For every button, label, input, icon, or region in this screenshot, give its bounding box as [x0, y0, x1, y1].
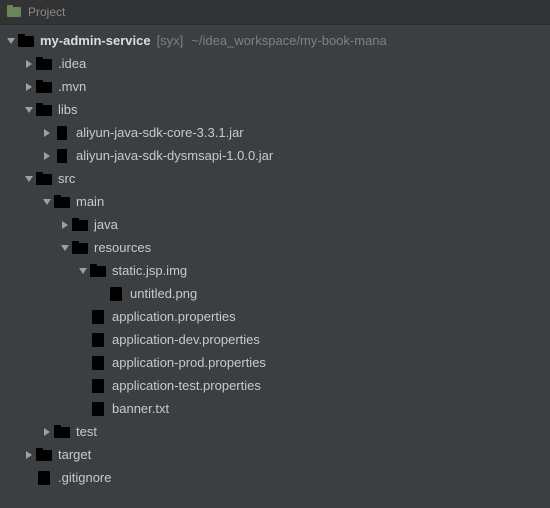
- node-label: untitled.png: [130, 286, 197, 301]
- jar-icon: [54, 148, 70, 164]
- tree-node-file[interactable]: application-test.properties: [0, 374, 550, 397]
- node-label: .mvn: [58, 79, 86, 94]
- node-label: test: [76, 424, 97, 439]
- node-label: resources: [94, 240, 151, 255]
- excluded-folder-icon: [36, 447, 52, 463]
- tree-node-file[interactable]: application-prod.properties: [0, 351, 550, 374]
- tree-node-test[interactable]: test: [0, 420, 550, 443]
- text-file-icon: [90, 401, 106, 417]
- tree-node-jar[interactable]: aliyun-java-sdk-core-3.3.1.jar: [0, 121, 550, 144]
- node-label: aliyun-java-sdk-dysmsapi-1.0.0.jar: [76, 148, 273, 163]
- node-label: application-test.properties: [112, 378, 261, 393]
- folder-icon: [54, 194, 70, 210]
- expand-arrow-icon[interactable]: [4, 34, 18, 48]
- source-folder-icon: [72, 217, 88, 233]
- project-tree[interactable]: my-admin-service [syx] ~/idea_workspace/…: [0, 25, 550, 489]
- folder-icon: [36, 79, 52, 95]
- node-label: application.properties: [112, 309, 236, 324]
- node-label: src: [58, 171, 75, 186]
- expand-arrow-icon[interactable]: [22, 103, 36, 117]
- node-label: main: [76, 194, 104, 209]
- tree-node-libs[interactable]: libs: [0, 98, 550, 121]
- properties-file-icon: [90, 332, 106, 348]
- collapse-arrow-icon[interactable]: [22, 57, 36, 71]
- tree-node-java[interactable]: java: [0, 213, 550, 236]
- collapse-arrow-icon[interactable]: [22, 80, 36, 94]
- tree-root[interactable]: my-admin-service [syx] ~/idea_workspace/…: [0, 29, 550, 52]
- node-label: .gitignore: [58, 470, 111, 485]
- tree-node-file[interactable]: .gitignore: [0, 466, 550, 489]
- tree-node-file[interactable]: application.properties: [0, 305, 550, 328]
- collapse-arrow-icon[interactable]: [40, 126, 54, 140]
- root-path: ~/idea_workspace/my-book-mana: [191, 33, 386, 48]
- node-label: aliyun-java-sdk-core-3.3.1.jar: [76, 125, 244, 140]
- tree-node-idea[interactable]: .idea: [0, 52, 550, 75]
- module-folder-icon: [18, 33, 34, 49]
- node-label: .idea: [58, 56, 86, 71]
- collapse-arrow-icon[interactable]: [40, 425, 54, 439]
- collapse-arrow-icon[interactable]: [40, 149, 54, 163]
- tree-node-main[interactable]: main: [0, 190, 550, 213]
- folder-icon: [36, 102, 52, 118]
- node-label: libs: [58, 102, 78, 117]
- node-label: target: [58, 447, 91, 462]
- text-file-icon: [36, 470, 52, 486]
- image-file-icon: [108, 286, 124, 302]
- expand-arrow-icon[interactable]: [58, 241, 72, 255]
- tree-node-mvn[interactable]: .mvn: [0, 75, 550, 98]
- resources-folder-icon: [72, 240, 88, 256]
- project-toolbar-title: Project: [28, 5, 65, 19]
- tree-node-jar[interactable]: aliyun-java-sdk-dysmsapi-1.0.0.jar: [0, 144, 550, 167]
- tree-node-static[interactable]: static.jsp.img: [0, 259, 550, 282]
- root-name: my-admin-service: [40, 33, 151, 48]
- properties-file-icon: [90, 378, 106, 394]
- jar-icon: [54, 125, 70, 141]
- vcs-branch: [syx]: [157, 33, 184, 48]
- collapse-arrow-icon[interactable]: [58, 218, 72, 232]
- project-toolbar: Project: [0, 0, 550, 25]
- tree-node-target[interactable]: target: [0, 443, 550, 466]
- node-label: application-prod.properties: [112, 355, 266, 370]
- expand-arrow-icon[interactable]: [22, 172, 36, 186]
- folder-icon: [54, 424, 70, 440]
- expand-arrow-icon[interactable]: [40, 195, 54, 209]
- tree-node-file[interactable]: application-dev.properties: [0, 328, 550, 351]
- node-label: java: [94, 217, 118, 232]
- tree-node-src[interactable]: src: [0, 167, 550, 190]
- folder-icon: [36, 56, 52, 72]
- package-folder-icon: [90, 263, 106, 279]
- tree-node-file[interactable]: banner.txt: [0, 397, 550, 420]
- project-tool-icon[interactable]: [6, 4, 22, 20]
- tree-node-file[interactable]: untitled.png: [0, 282, 550, 305]
- node-label: application-dev.properties: [112, 332, 260, 347]
- properties-file-icon: [90, 309, 106, 325]
- folder-icon: [36, 171, 52, 187]
- node-label: static.jsp.img: [112, 263, 187, 278]
- node-label: banner.txt: [112, 401, 169, 416]
- expand-arrow-icon[interactable]: [76, 264, 90, 278]
- properties-file-icon: [90, 355, 106, 371]
- tree-node-resources[interactable]: resources: [0, 236, 550, 259]
- collapse-arrow-icon[interactable]: [22, 448, 36, 462]
